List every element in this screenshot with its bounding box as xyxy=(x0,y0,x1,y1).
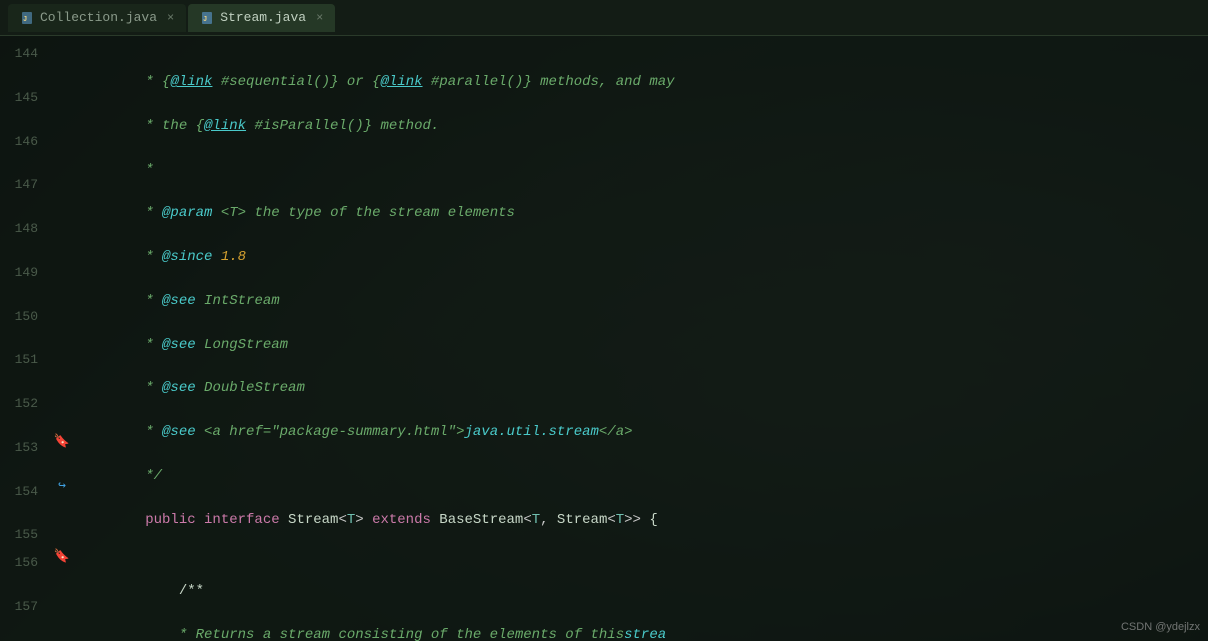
code-line-156: 156 🔖 /** xyxy=(0,549,1208,593)
code-area: 144 * {@link #sequential()} or {@link #p… xyxy=(0,36,1208,641)
gutter-153: 🔖 xyxy=(50,434,74,449)
svg-text:J: J xyxy=(203,16,207,24)
code-line-152: 152 * @see <a href="package-summary.html… xyxy=(0,390,1208,434)
code-line-144: 144 * {@link #sequential()} or {@link #p… xyxy=(0,40,1208,84)
code-line-147: 147 * @param <T> the type of the stream … xyxy=(0,171,1208,215)
code-line-148: 148 * @since 1.8 xyxy=(0,215,1208,259)
code-line-145: 145 * the {@link #isParallel()} method. xyxy=(0,84,1208,128)
tab-collection-java[interactable]: J Collection.java × xyxy=(8,4,186,32)
code-line-150: 150 * @see LongStream xyxy=(0,303,1208,347)
tab-collection-label: Collection.java xyxy=(40,10,157,25)
svg-text:J: J xyxy=(23,16,27,24)
line-num-146: 146 xyxy=(0,128,50,156)
code-line-151: 151 * @see DoubleStream xyxy=(0,346,1208,390)
bookmark-icon-156: 🔖 xyxy=(54,549,70,564)
gutter-156: 🔖 xyxy=(50,549,74,564)
tab-collection-close[interactable]: × xyxy=(167,11,174,25)
line-num-148: 148 xyxy=(0,215,50,243)
line-num-155: 155 xyxy=(0,521,50,549)
line-num-149: 149 xyxy=(0,259,50,287)
line-num-154: 154 xyxy=(0,478,50,506)
arrow-icon-154: ↪ xyxy=(58,478,66,493)
watermark: CSDN @ydejlzx xyxy=(1121,621,1200,633)
editor-container: J Collection.java × J Stream.java × 144 … xyxy=(0,0,1208,641)
line-num-147: 147 xyxy=(0,171,50,199)
line-num-151: 151 xyxy=(0,346,50,374)
gutter-154: ↪ xyxy=(50,478,74,493)
code-line-149: 149 * @see IntStream xyxy=(0,259,1208,303)
code-line-146: 146 * xyxy=(0,128,1208,172)
tab-bar: J Collection.java × J Stream.java × xyxy=(0,0,1208,36)
line-num-157: 157 xyxy=(0,593,50,621)
java-file-icon-2: J xyxy=(200,11,214,25)
code-line-153: 153 🔖 */ xyxy=(0,434,1208,478)
tab-stream-close[interactable]: × xyxy=(316,11,323,25)
code-line-154: 154 ↪ public interface Stream<T> extends… xyxy=(0,478,1208,522)
code-line-157: 157 * Returns a stream consisting of the… xyxy=(0,593,1208,637)
java-file-icon: J xyxy=(20,11,34,25)
tab-stream-label: Stream.java xyxy=(220,10,306,25)
line-num-150: 150 xyxy=(0,303,50,331)
code-line-155: 155 xyxy=(0,521,1208,549)
tab-stream-java[interactable]: J Stream.java × xyxy=(188,4,335,32)
line-content-157: * Returns a stream consisting of the ele… xyxy=(74,593,1208,641)
line-num-153: 153 xyxy=(0,434,50,462)
line-num-145: 145 xyxy=(0,84,50,112)
line-num-152: 152 xyxy=(0,390,50,418)
bookmark-icon-153: 🔖 xyxy=(54,434,70,449)
line-num-144: 144 xyxy=(0,40,50,68)
line-num-156: 156 xyxy=(0,549,50,577)
